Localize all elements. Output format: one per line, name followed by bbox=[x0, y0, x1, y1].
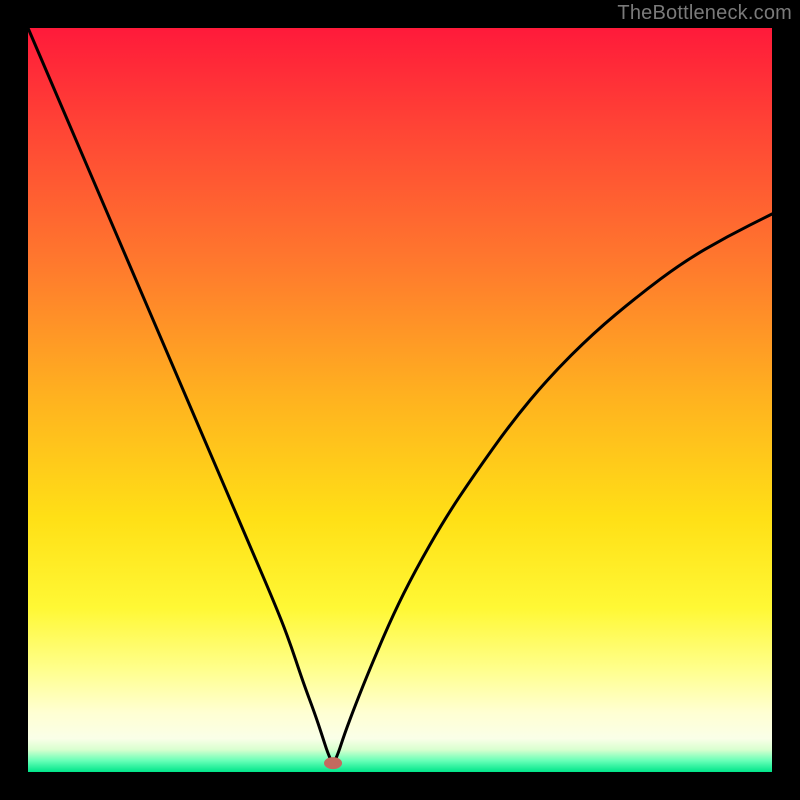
chart-container: TheBottleneck.com bbox=[0, 0, 800, 800]
bottleneck-chart bbox=[0, 0, 800, 800]
watermark-text: TheBottleneck.com bbox=[617, 2, 792, 25]
optimum-marker bbox=[324, 757, 342, 769]
plot-background bbox=[28, 28, 772, 772]
